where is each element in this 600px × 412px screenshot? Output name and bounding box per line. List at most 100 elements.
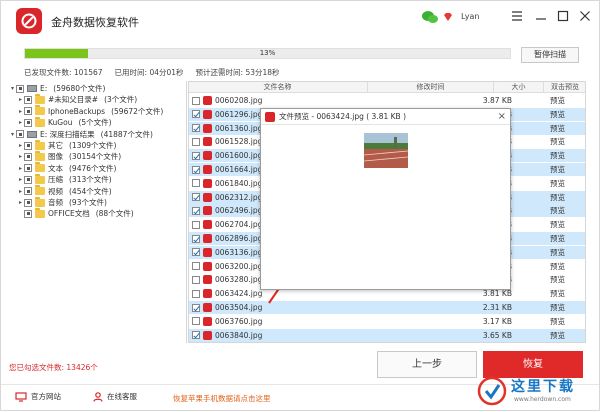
menu-icon[interactable] [510, 9, 524, 23]
file-name: 0061360.jpg [215, 123, 263, 133]
tree-item[interactable]: ▾ E: 深度扫描结果 (41887个文件) [9, 129, 153, 140]
preview-link[interactable]: 预览 [550, 177, 565, 190]
row-checkbox[interactable] [192, 124, 200, 133]
header-size[interactable]: 大小 [494, 81, 544, 93]
chevron-right-icon[interactable]: ▸ [17, 188, 24, 195]
row-checkbox[interactable] [192, 96, 200, 105]
chevron-right-icon[interactable]: ▸ [17, 199, 24, 206]
tree-checkbox[interactable] [24, 152, 32, 161]
preview-link[interactable]: 预览 [550, 108, 565, 121]
row-checkbox[interactable] [192, 262, 200, 271]
tree-checkbox[interactable] [24, 95, 32, 104]
tree-item[interactable]: ▸ 压缩 (313个文件) [17, 173, 112, 185]
tree-item-count: (93个文件) [69, 198, 107, 207]
close-icon[interactable] [578, 9, 592, 23]
tree-item[interactable]: OFFICE文档 (88个文件) [17, 207, 134, 219]
header-preview[interactable]: 双击预览 [544, 81, 586, 93]
tree-checkbox[interactable] [16, 84, 24, 93]
recover-button[interactable]: 恢复 [483, 351, 583, 378]
row-checkbox[interactable] [192, 275, 200, 284]
row-checkbox[interactable] [192, 317, 200, 326]
tree-item[interactable]: ▸ 视频 (454个文件) [17, 185, 112, 197]
row-checkbox[interactable] [192, 234, 200, 243]
row-checkbox[interactable] [192, 137, 200, 146]
table-row[interactable]: 0063504.jpg 2.31 KB 预览 [188, 301, 586, 314]
tree-checkbox[interactable] [24, 187, 32, 196]
chevron-right-icon[interactable]: ▸ [17, 176, 24, 183]
row-checkbox[interactable] [192, 331, 200, 340]
row-checkbox[interactable] [192, 110, 200, 119]
row-checkbox[interactable] [192, 289, 200, 298]
row-checkbox[interactable] [192, 220, 200, 229]
preview-close-icon[interactable]: × [498, 109, 506, 125]
row-checkbox[interactable] [192, 165, 200, 174]
chevron-right-icon[interactable]: ▸ [17, 119, 24, 126]
drive-icon [27, 130, 37, 138]
tree-item[interactable]: ▸ 音频 (93个文件) [17, 196, 107, 208]
tree-checkbox[interactable] [24, 164, 32, 173]
file-type-icon [203, 165, 212, 174]
preview-link[interactable]: 预览 [550, 94, 565, 107]
preview-link[interactable]: 预览 [550, 149, 565, 162]
table-row[interactable]: 0063840.jpg 3.65 KB 预览 [188, 328, 586, 342]
tree-item[interactable]: ▸ 其它 (1309个文件) [17, 139, 116, 151]
chevron-right-icon[interactable]: ▸ [17, 153, 24, 160]
row-checkbox[interactable] [192, 303, 200, 312]
vip-gem-icon[interactable] [443, 12, 453, 22]
preview-link[interactable]: 预览 [550, 218, 565, 231]
tree-checkbox[interactable] [24, 141, 32, 150]
table-row[interactable]: 0060208.jpg 3.87 KB 预览 [188, 94, 586, 107]
preview-link[interactable]: 预览 [550, 122, 565, 135]
file-type-icon [203, 151, 212, 161]
tree-item[interactable]: ▾ E: (59680个文件) [9, 83, 106, 94]
maximize-icon[interactable] [556, 9, 570, 23]
tree-checkbox[interactable] [24, 175, 32, 184]
tree-item[interactable]: ▸ KuGou (5个文件) [17, 116, 112, 128]
watermark-text: 这里下载 [511, 379, 575, 395]
username[interactable]: Lyan [461, 12, 479, 21]
previous-step-button[interactable]: 上一步 [377, 351, 477, 378]
tree-checkbox[interactable] [24, 118, 32, 127]
preview-link[interactable]: 预览 [550, 163, 565, 176]
chevron-right-icon[interactable]: ▸ [17, 165, 24, 172]
preview-link[interactable]: 预览 [550, 135, 565, 148]
wechat-icon[interactable] [421, 10, 439, 24]
tree-item[interactable]: ▸ IphoneBackups (59672个文件) [17, 105, 163, 117]
tree-checkbox[interactable] [16, 130, 24, 139]
chevron-down-icon[interactable]: ▾ [9, 85, 16, 92]
preview-link[interactable]: 预览 [550, 246, 565, 259]
preview-link[interactable]: 预览 [550, 301, 565, 314]
preview-dialog-title: 文件预览 - 0063424.jpg ( 3.81 KB ) [279, 112, 407, 121]
row-checkbox[interactable] [192, 206, 200, 215]
preview-link[interactable]: 预览 [550, 232, 565, 245]
tree-item[interactable]: ▸ #未知父目录# (3个文件) [17, 93, 137, 105]
tree-checkbox[interactable] [24, 198, 32, 207]
preview-link[interactable]: 预览 [550, 273, 565, 286]
header-modified[interactable]: 修改时间 [368, 81, 494, 93]
tree-item[interactable]: ▸ 图像 (30154个文件) [17, 150, 121, 162]
tree-item[interactable]: ▸ 文本 (9476个文件) [17, 162, 116, 174]
online-service-link[interactable]: 在线客服 [93, 391, 137, 402]
tree-checkbox[interactable] [24, 209, 32, 218]
table-row[interactable]: 0063760.jpg 3.17 KB 预览 [188, 315, 586, 328]
row-checkbox[interactable] [192, 193, 200, 202]
preview-link[interactable]: 预览 [550, 260, 565, 273]
minimize-icon[interactable] [534, 9, 548, 23]
preview-link[interactable]: 预览 [550, 287, 565, 300]
row-checkbox[interactable] [192, 179, 200, 188]
row-checkbox[interactable] [192, 248, 200, 257]
chevron-right-icon[interactable]: ▸ [17, 108, 24, 115]
chevron-right-icon[interactable]: ▸ [17, 142, 24, 149]
pause-scan-button[interactable]: 暂停扫描 [521, 47, 579, 63]
preview-link[interactable]: 预览 [550, 204, 565, 217]
row-checkbox[interactable] [192, 151, 200, 160]
header-filename[interactable]: 文件名称 [188, 81, 368, 93]
website-link[interactable]: 官方网站 [15, 391, 61, 402]
chevron-down-icon[interactable]: ▾ [9, 131, 16, 138]
iphone-recovery-link[interactable]: 恢复苹果手机数据请点击这里 [173, 393, 271, 404]
preview-link[interactable]: 预览 [550, 315, 565, 328]
chevron-right-icon[interactable]: ▸ [17, 96, 24, 103]
tree-checkbox[interactable] [24, 107, 32, 116]
preview-link[interactable]: 预览 [550, 191, 565, 204]
preview-link[interactable]: 预览 [550, 329, 565, 342]
